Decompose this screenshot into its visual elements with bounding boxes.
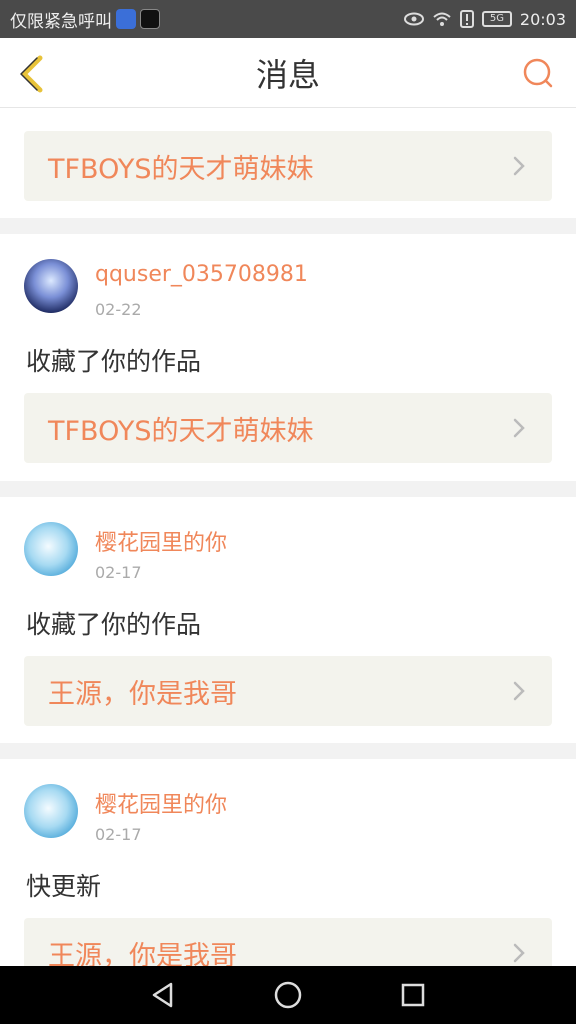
- divider: [0, 743, 576, 759]
- work-title: 王源，你是我哥: [48, 678, 237, 710]
- message-text: 收藏了你的作品: [26, 610, 202, 639]
- nav-back-button[interactable]: [143, 975, 183, 1015]
- username[interactable]: 樱花园里的你: [95, 787, 227, 819]
- baidu-app-icon: [116, 9, 136, 29]
- message-date: 02-17: [95, 825, 142, 844]
- work-link-card[interactable]: 王源，你是我哥: [24, 918, 552, 966]
- message-text: 收藏了你的作品: [26, 347, 202, 376]
- work-title: TFBOYS的天才萌妹妹: [48, 415, 314, 447]
- message-list[interactable]: TFBOYS的天才萌妹妹 qquser_035708981 02-22 收藏了你…: [0, 108, 576, 966]
- work-link-card[interactable]: 王源，你是我哥: [24, 656, 552, 726]
- chevron-right-icon: [513, 418, 525, 438]
- chevron-right-icon: [513, 943, 525, 963]
- nav-recents-button[interactable]: [393, 975, 433, 1015]
- chevron-right-icon: [513, 681, 525, 701]
- nav-home-button[interactable]: [268, 975, 308, 1015]
- triangle-back-icon: [152, 982, 172, 1008]
- divider: [0, 481, 576, 497]
- page-title: 消息: [255, 55, 320, 94]
- work-link-card[interactable]: TFBOYS的天才萌妹妹: [24, 393, 552, 463]
- search-icon[interactable]: [522, 57, 554, 89]
- username[interactable]: 樱花园里的你: [95, 525, 227, 557]
- circle-home-icon: [274, 981, 302, 1009]
- avatar[interactable]: [24, 259, 78, 313]
- status-time: 20:03: [519, 9, 566, 29]
- message-text: 快更新: [26, 872, 102, 901]
- work-title: TFBOYS的天才萌妹妹: [48, 153, 314, 185]
- message-date: 02-22: [95, 300, 142, 319]
- chevron-left-icon[interactable]: [14, 54, 48, 94]
- notification-text: 仅限紧急呼叫: [10, 11, 112, 32]
- navigation-bar: [0, 966, 576, 1024]
- square-recents-icon: [402, 983, 425, 1007]
- chevron-right-icon: [513, 156, 525, 176]
- alert-icon: [459, 10, 474, 28]
- avatar[interactable]: [24, 522, 78, 576]
- tiktok-app-icon: [140, 9, 160, 29]
- header: 消息: [0, 38, 576, 108]
- wifi-icon: [433, 12, 451, 26]
- username[interactable]: qquser_035708981: [95, 262, 308, 287]
- work-title: 王源，你是我哥: [48, 940, 237, 967]
- status-bar: 仅限紧急呼叫 5G 20:03: [0, 0, 576, 38]
- work-link-card[interactable]: TFBOYS的天才萌妹妹: [24, 131, 552, 201]
- divider: [0, 218, 576, 234]
- battery-icon: 5G: [481, 11, 512, 27]
- eye-icon: [403, 12, 424, 26]
- avatar[interactable]: [24, 784, 78, 838]
- message-date: 02-17: [95, 563, 142, 582]
